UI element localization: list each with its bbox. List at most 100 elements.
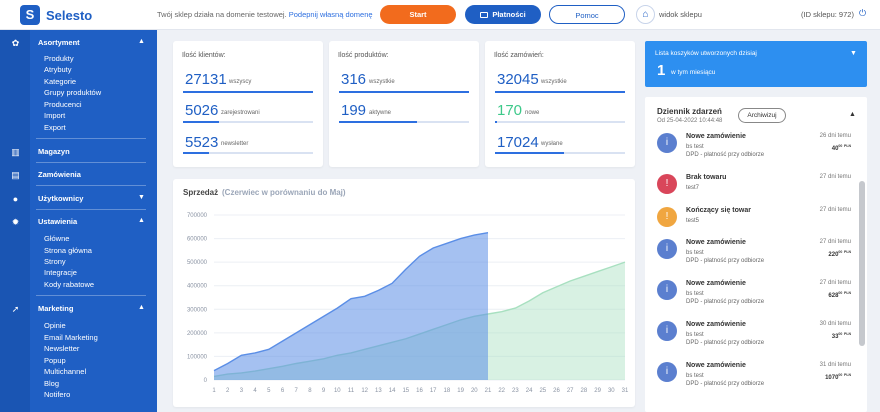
x-tick-label: 17	[430, 388, 437, 394]
event-price-cents: 00	[838, 144, 843, 148]
chevron-down-icon[interactable]: ▼	[138, 194, 145, 201]
clients-all-bar	[183, 91, 313, 93]
event-item[interactable]: i Nowe zamówienie bs test DPD - płatność pr…	[645, 321, 857, 361]
settings-icon[interactable]: ✹	[10, 217, 21, 228]
orders-all-bar	[495, 91, 625, 93]
marketing-icon[interactable]: ➚	[10, 304, 21, 315]
event-price: 22000 PLN	[795, 250, 851, 258]
orders-icon[interactable]: ▤	[10, 170, 21, 181]
sidebar-item-multichannel[interactable]: Multichannel	[44, 367, 86, 376]
start-button[interactable]: Start	[380, 5, 456, 24]
sales-title: Sprzedaż	[183, 188, 219, 197]
archive-button[interactable]: Archiwizuj	[738, 108, 786, 123]
orders-shipped-label: wysłane	[541, 141, 563, 147]
sidebar-item-homepage[interactable]: Strona główna	[44, 246, 92, 255]
x-tick-label: 5	[267, 388, 271, 394]
chevron-down-icon[interactable]: ▼	[850, 50, 857, 57]
sidebar-item-popup[interactable]: Popup	[44, 356, 66, 365]
sidebar-item-reviews[interactable]: Opinie	[44, 321, 66, 330]
chevron-up-icon[interactable]: ▲	[849, 111, 856, 118]
sidebar-item-products[interactable]: Produkty	[44, 54, 74, 63]
clients-registered-value: 5026	[185, 102, 219, 119]
event-title: Brak towaru	[686, 174, 727, 181]
event-detail: bs test	[686, 250, 704, 256]
orders-new-bar	[495, 121, 625, 123]
alert-icon: !	[657, 174, 677, 194]
sidebar-item-email-marketing[interactable]: Email Marketing	[44, 333, 98, 342]
chevron-up-icon[interactable]: ▲	[138, 304, 145, 311]
x-tick-label: 10	[334, 388, 341, 394]
sidebar-item-producers[interactable]: Producenci	[44, 100, 82, 109]
x-tick-label: 26	[553, 388, 560, 394]
sidebar-item-main[interactable]: Główne	[44, 234, 69, 243]
store-view-link[interactable]: widok sklepu	[659, 10, 702, 19]
x-tick-label: 20	[471, 388, 478, 394]
assortment-icon[interactable]: ✿	[10, 38, 21, 49]
events-log-scrollbar[interactable]	[859, 181, 865, 346]
sales-chart: 0 100000 200000 300000 400000 500000 600000 700…	[187, 213, 629, 394]
event-price: 62800 PLN	[795, 291, 851, 299]
sidebar-section-orders[interactable]: Zamówienia	[38, 170, 81, 179]
orders-new-value: 170	[497, 102, 523, 119]
users-icon[interactable]: ●	[10, 194, 21, 205]
clients-all-label: wszyscy	[229, 79, 252, 85]
events-log-date: Od 25-04-2022 10:44:48	[657, 118, 723, 124]
clients-newsletter-label: newsletter	[221, 141, 249, 147]
series-area	[214, 232, 488, 380]
sidebar-item-pages[interactable]: Strony	[44, 257, 66, 266]
sales-subtitle: (Czerwiec w porównaniu do Maj)	[222, 188, 346, 197]
event-detail: bs test	[686, 144, 704, 150]
payments-button[interactable]: Płatności	[465, 5, 541, 24]
sidebar-item-discount-codes[interactable]: Kody rabatowe	[44, 280, 94, 289]
event-date: 27 dni temu	[819, 280, 851, 286]
y-tick-label: 600000	[187, 237, 208, 243]
sidebar-item-blog[interactable]: Blog	[44, 379, 59, 388]
sidebar-item-categories[interactable]: Kategorie	[44, 77, 76, 86]
card-icon	[480, 12, 489, 18]
sidebar-section-assortment[interactable]: Asortyment	[38, 38, 80, 47]
event-item[interactable]: i Nowe zamówienie bs test DPD - płatność pr…	[645, 239, 857, 279]
event-item[interactable]: i Nowe zamówienie bs test DPD - płatność pr…	[645, 362, 857, 402]
orders-new-label: nowe	[525, 110, 540, 116]
warehouse-icon[interactable]: ▥	[10, 147, 21, 158]
domain-message: Twój sklep działa na domenie testowej. P…	[157, 10, 373, 19]
event-item[interactable]: i Nowe zamówienie bs test DPD - płatność pr…	[645, 133, 857, 173]
sidebar-item-attributes[interactable]: Atrybuty	[44, 65, 72, 74]
sidebar-item-product-groups[interactable]: Grupy produktów	[44, 88, 101, 97]
logo-text: Selesto	[46, 7, 93, 23]
sidebar-item-import[interactable]: Import	[44, 111, 65, 120]
sidebar-section-marketing[interactable]: Marketing	[38, 304, 73, 313]
sidebar-section-users[interactable]: Użytkownicy	[38, 194, 83, 203]
sidebar-item-integrations[interactable]: Integracje	[44, 268, 77, 277]
logo[interactable]: S Selesto	[20, 5, 92, 25]
y-tick-label: 700000	[187, 213, 208, 219]
orders-shipped-value: 17024	[497, 134, 539, 151]
products-all-label: wszystkie	[369, 79, 395, 85]
sidebar-divider	[36, 209, 146, 210]
home-icon[interactable]: ⌂	[636, 5, 655, 24]
x-tick-label: 14	[389, 388, 396, 394]
sidebar-item-export[interactable]: Export	[44, 123, 66, 132]
event-item[interactable]: i Nowe zamówienie bs test DPD - płatność pr…	[645, 280, 857, 320]
orders-all-label: wszystkie	[541, 79, 567, 85]
sidebar-item-newsletter[interactable]: Newsletter	[44, 344, 79, 353]
connect-domain-link[interactable]: Podepnij własną domenę	[289, 10, 373, 19]
sidebar-item-notifero[interactable]: Notifero	[44, 390, 70, 399]
event-date: 27 dni temu	[819, 207, 851, 213]
event-detail: test5	[686, 218, 700, 224]
event-title: Nowe zamówienie	[686, 280, 746, 287]
chevron-up-icon[interactable]: ▲	[138, 38, 145, 45]
clients-registered-label: zarejestrowani	[221, 110, 260, 116]
sidebar-section-settings[interactable]: Ustawienia	[38, 217, 77, 226]
event-title: Nowe zamówienie	[686, 133, 746, 140]
domain-message-text: Twój sklep działa na domenie testowej.	[157, 10, 287, 19]
chevron-up-icon[interactable]: ▲	[138, 217, 145, 224]
event-detail: bs test	[686, 332, 704, 338]
today-carts-panel[interactable]: Lista koszyków utworzonych dzisiaj 1 w t…	[645, 41, 867, 87]
info-icon: i	[657, 321, 677, 341]
power-icon[interactable]: ⏻	[859, 8, 866, 19]
payments-label: Płatności	[492, 10, 526, 19]
sidebar-section-warehouse[interactable]: Magazyn	[38, 147, 70, 156]
help-button[interactable]: Pomoc	[549, 5, 625, 24]
x-tick-label: 16	[416, 388, 423, 394]
